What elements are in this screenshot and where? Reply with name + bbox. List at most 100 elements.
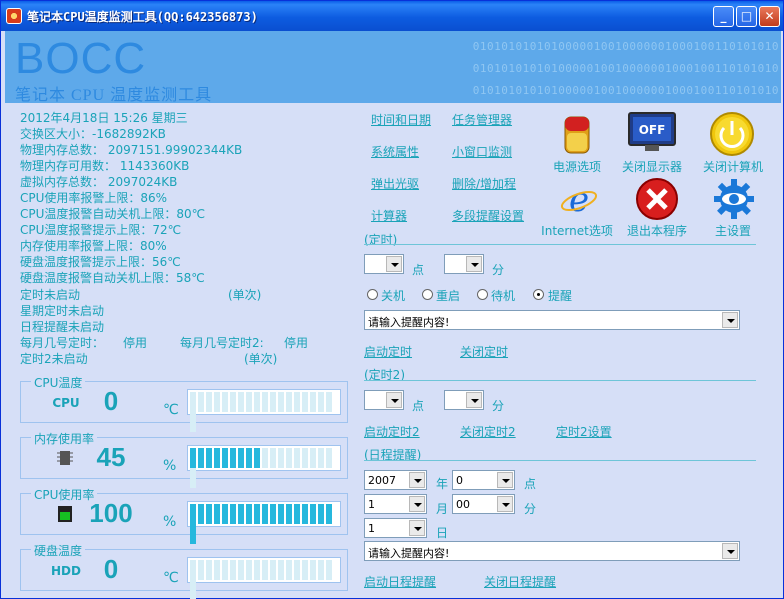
gauge-segment [206,504,212,524]
battery-icon[interactable] [557,115,597,155]
internet-options-label[interactable]: Internet选项 [537,222,617,239]
add-remove-programs-link[interactable]: 删除/增加程 [452,175,516,192]
banner-binary-pattern: 0101010101010000010010000001000100110101… [472,40,779,97]
chevron-down-icon[interactable] [409,496,425,512]
timer-once-label: (单次) [228,288,262,302]
timer-message-combo[interactable]: 请输入提醒内容! [364,310,740,330]
mem-usage-alarm-limit: 内存使用率报警上限：80% [20,239,167,253]
stop-timer2-link[interactable]: 关闭定时2 [460,423,516,440]
gauge-segment [214,448,220,468]
radio-remind[interactable] [533,289,544,300]
chevron-down-icon[interactable] [386,392,402,408]
schedule-divider [364,460,756,461]
gauge-segment [262,560,268,580]
gauge-value: 0 [103,554,119,584]
radio-standby[interactable] [477,289,488,300]
gauge-segment [190,560,196,580]
chevron-down-icon[interactable] [409,520,425,536]
close-button[interactable]: ✕ [759,6,780,27]
gauge-segment [302,392,308,412]
gauge-unit: ℃ [163,402,179,418]
gauge-value: 100 [89,498,133,528]
mini-window-link[interactable]: 小窗口监测 [452,143,512,160]
internet-explorer-icon[interactable]: e [559,179,599,219]
datetime-link[interactable]: 时间和日期 [371,111,431,128]
monthly-timer-value: 停用 [123,336,148,350]
gauge-segment [246,392,252,412]
timer-hour-select[interactable] [364,254,404,274]
monitor-off-icon[interactable]: OFF [627,111,677,155]
monthly-timer2-value: 停用 [284,336,309,350]
hdd-temp-shutdown-limit: 硬盘温度报警自动关机上限：58℃ [20,271,205,285]
gauge-segment [294,504,300,524]
gauge-value: 45 [96,442,126,472]
gauge-segment [206,392,212,412]
weekday-timer-status: 星期定时未启动 [20,304,105,318]
cpu-temp-gauge: CPU温度 CPU 0 ℃ [20,374,348,432]
monitor-off-label[interactable]: 关闭显示器 [612,158,692,175]
stop-timer-link[interactable]: 关闭定时 [460,343,508,360]
settings-gear-icon[interactable] [711,177,757,221]
start-schedule-link[interactable]: 启动日程提醒 [364,573,436,590]
gauge-segment [302,504,308,524]
cpu-temp-warn-limit: CPU温度报警提示上限：72℃ [20,223,182,237]
chevron-down-icon[interactable] [466,256,482,272]
exit-icon[interactable] [635,177,679,221]
start-timer-link[interactable]: 启动定时 [364,343,412,360]
gauge-segment [230,392,236,412]
gauge-segment [278,560,284,580]
shutdown-label[interactable]: 关闭计算机 [693,158,773,175]
chevron-down-icon[interactable] [722,543,738,559]
gauge-segment [246,504,252,524]
main-settings-label[interactable]: 主设置 [693,222,773,239]
timer2-settings-link[interactable]: 定时2设置 [556,423,612,440]
gauge-segment [214,560,220,580]
chevron-down-icon[interactable] [466,392,482,408]
title-bar[interactable]: 笔记本CPU温度监测工具(QQ:642356873) _ □ ✕ [1,1,783,31]
system-properties-link[interactable]: 系统属性 [371,143,419,160]
minimize-button[interactable]: _ [713,6,734,27]
chevron-down-icon[interactable] [409,472,425,488]
timer2-hour-select[interactable] [364,390,404,410]
eject-drive-link[interactable]: 弹出光驱 [371,175,419,192]
radio-remind-label: 提醒 [548,289,573,303]
chevron-down-icon[interactable] [497,472,513,488]
gauge-bar [187,389,341,432]
timer2-minute-select[interactable] [444,390,484,410]
radio-restart[interactable] [422,289,433,300]
exit-program-label[interactable]: 退出本程序 [617,222,697,239]
swap-size-text: 交换区大小：-1682892KB [20,127,166,141]
chevron-down-icon[interactable] [722,312,738,328]
multi-reminder-link[interactable]: 多段提醒设置 [452,207,524,224]
main-panel: 2012年4月18日 15:26 星期三 交换区大小：-1682892KB 物理… [5,103,781,599]
maximize-button[interactable]: □ [736,6,757,27]
schedule-year-select[interactable]: 2007 [364,470,427,490]
task-manager-link[interactable]: 任务管理器 [452,111,512,128]
calculator-link[interactable]: 计算器 [371,207,407,224]
gauge-segment [190,504,196,524]
physical-memory-total: 物理内存总数： 2097151.99902344KB [20,143,243,157]
stop-schedule-link[interactable]: 关闭日程提醒 [484,573,556,590]
chevron-down-icon[interactable] [497,496,513,512]
gauge-segment [222,448,228,468]
schedule-month-unit: 月 [436,502,449,516]
timer-minute-select[interactable] [444,254,484,274]
schedule-hour-select[interactable]: 0 [452,470,515,490]
timer2-hour-unit: 点 [412,399,425,413]
schedule-message-combo[interactable]: 请输入提醒内容! [364,541,740,561]
chevron-down-icon[interactable] [386,256,402,272]
start-timer2-link[interactable]: 启动定时2 [364,423,420,440]
app-icon[interactable] [6,8,22,24]
radio-shutdown[interactable] [367,289,378,300]
power-options-label[interactable]: 电源选项 [537,158,617,175]
schedule-day-select[interactable]: 1 [364,518,427,538]
gauge-segment [270,560,276,580]
hdd-temp-gauge: 硬盘温度 HDD 0 ℃ [20,542,348,599]
radio-restart-label: 重启 [436,289,461,303]
gauge-bar [187,445,341,488]
schedule-month-select[interactable]: 1 [364,494,427,514]
schedule-minute-select[interactable]: 00 [452,494,515,514]
shutdown-icon[interactable] [709,111,755,157]
datetime-text: 2012年4月18日 15:26 星期三 [20,111,188,125]
gauge-segment [286,560,292,580]
